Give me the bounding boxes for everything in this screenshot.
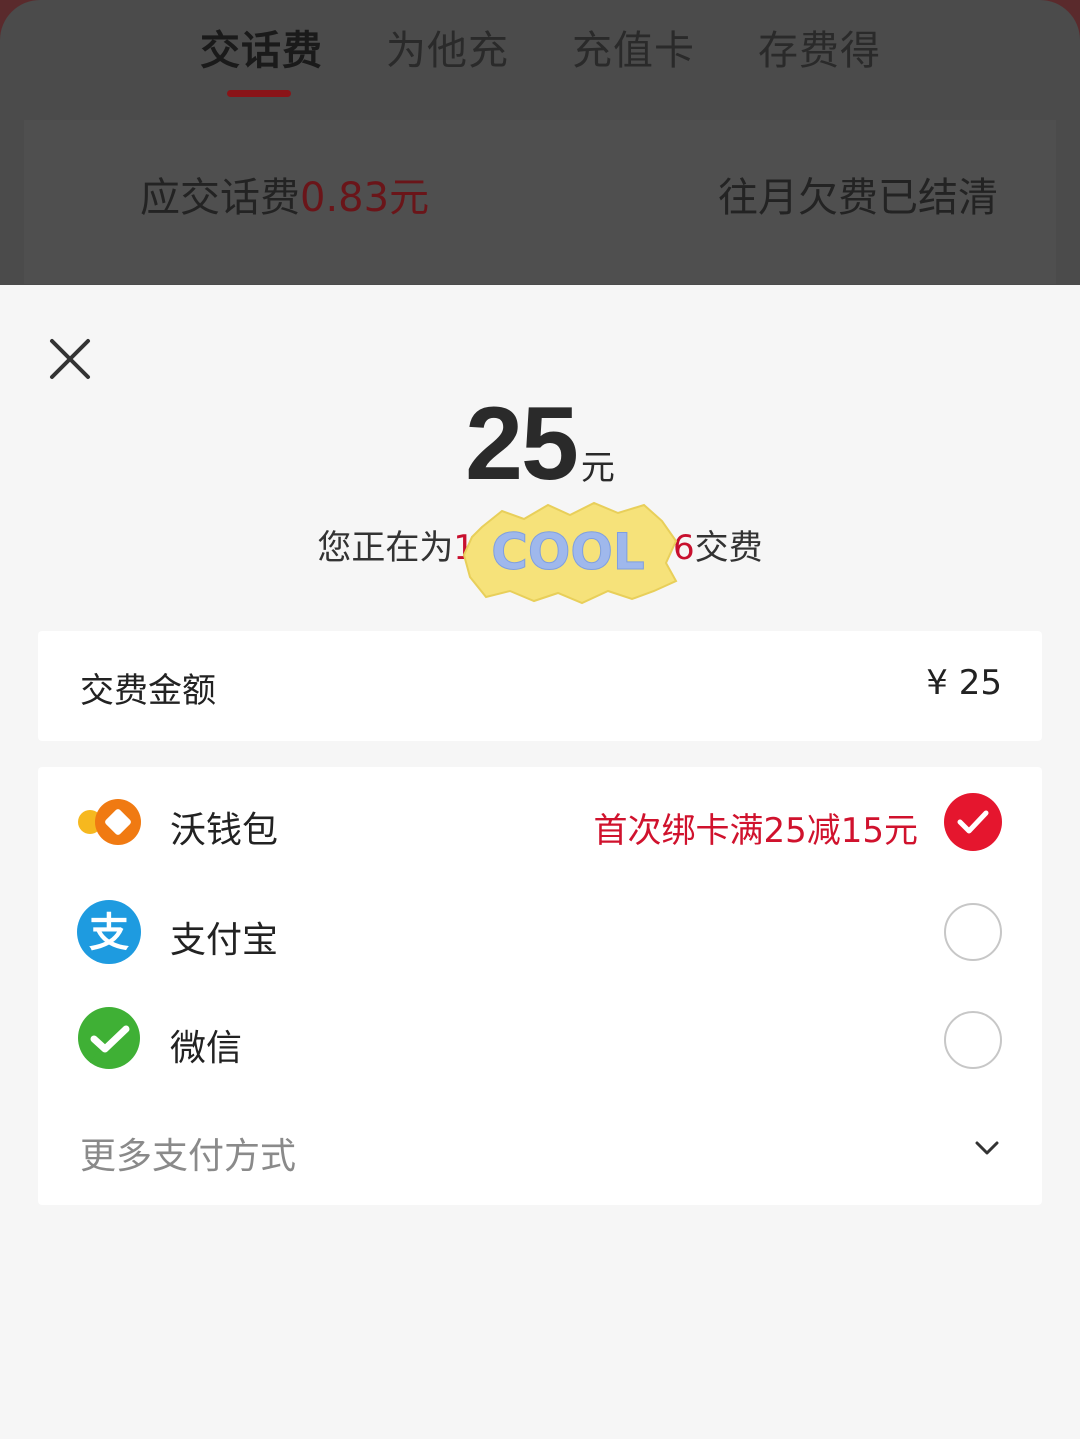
alipay-icon: 支 xyxy=(76,899,142,965)
fee-amount-card: 交费金额 ¥ 25 xyxy=(38,631,1042,741)
top-tabs: 交话费 为他充 充值卡 存费得 xyxy=(0,18,1080,78)
wo-wallet-icon xyxy=(76,789,142,855)
svg-text:支: 支 xyxy=(89,910,129,956)
wechat-icon xyxy=(76,1007,142,1073)
sticker-text: COOL xyxy=(491,523,645,581)
wo-wallet-label: 沃钱包 xyxy=(170,810,279,851)
wo-wallet-promo: 首次绑卡满25减15元 xyxy=(593,811,918,851)
bill-due-label: 应交话费 xyxy=(140,175,300,221)
more-payment-methods[interactable]: 更多支付方式 xyxy=(38,1119,1042,1205)
payment-method-alipay[interactable]: 支 支付宝 xyxy=(38,881,1042,981)
wo-wallet-radio-checked[interactable] xyxy=(944,793,1002,851)
bill-due-amount: 0.83元 xyxy=(300,175,430,221)
chevron-down-icon xyxy=(972,1133,1002,1163)
bill-due: 应交话费0.83元 xyxy=(140,165,429,223)
alipay-label: 支付宝 xyxy=(170,920,279,961)
payment-amount: 25 元 xyxy=(0,385,1080,504)
wechat-label: 微信 xyxy=(170,1028,243,1069)
fee-amount-value: ¥ 25 xyxy=(926,663,1002,703)
active-tab-indicator xyxy=(227,90,291,97)
tab-pay-bill[interactable]: 交话费 xyxy=(200,18,323,76)
tab-deposit-bonus[interactable]: 存费得 xyxy=(758,18,881,76)
close-button[interactable] xyxy=(44,333,96,385)
alipay-radio[interactable] xyxy=(944,903,1002,961)
payment-sheet: 25 元 您正在为1 6交费 COOL 交费金额 ¥ 25 沃钱包 首次绑卡满25减… xyxy=(0,285,1080,1439)
tab-recharge-card[interactable]: 充值卡 xyxy=(572,18,695,76)
background-page: 交话费 为他充 充值卡 存费得 应交话费0.83元 往月欠费已结清 xyxy=(0,0,1080,300)
cool-sticker: COOL xyxy=(462,497,680,605)
amount-number: 25 xyxy=(465,386,579,502)
payment-method-wo-wallet[interactable]: 沃钱包 首次绑卡满25减15元 xyxy=(38,771,1042,871)
check-icon xyxy=(957,810,989,834)
amount-unit: 元 xyxy=(580,448,615,488)
close-icon xyxy=(50,339,90,379)
more-payment-label: 更多支付方式 xyxy=(80,1136,297,1177)
payment-methods-card: 沃钱包 首次绑卡满25减15元 支 支付宝 微信 更多支付方式 xyxy=(38,767,1042,1205)
fee-amount-label: 交费金额 xyxy=(80,671,216,711)
paying-prefix: 您正在为 xyxy=(317,528,454,568)
payment-method-wechat[interactable]: 微信 xyxy=(38,989,1042,1089)
bill-status: 往月欠费已结清 xyxy=(718,175,998,221)
tab-recharge-others[interactable]: 为他充 xyxy=(386,18,509,76)
wechat-radio[interactable] xyxy=(944,1011,1002,1069)
paying-suffix: 交费 xyxy=(694,528,763,568)
